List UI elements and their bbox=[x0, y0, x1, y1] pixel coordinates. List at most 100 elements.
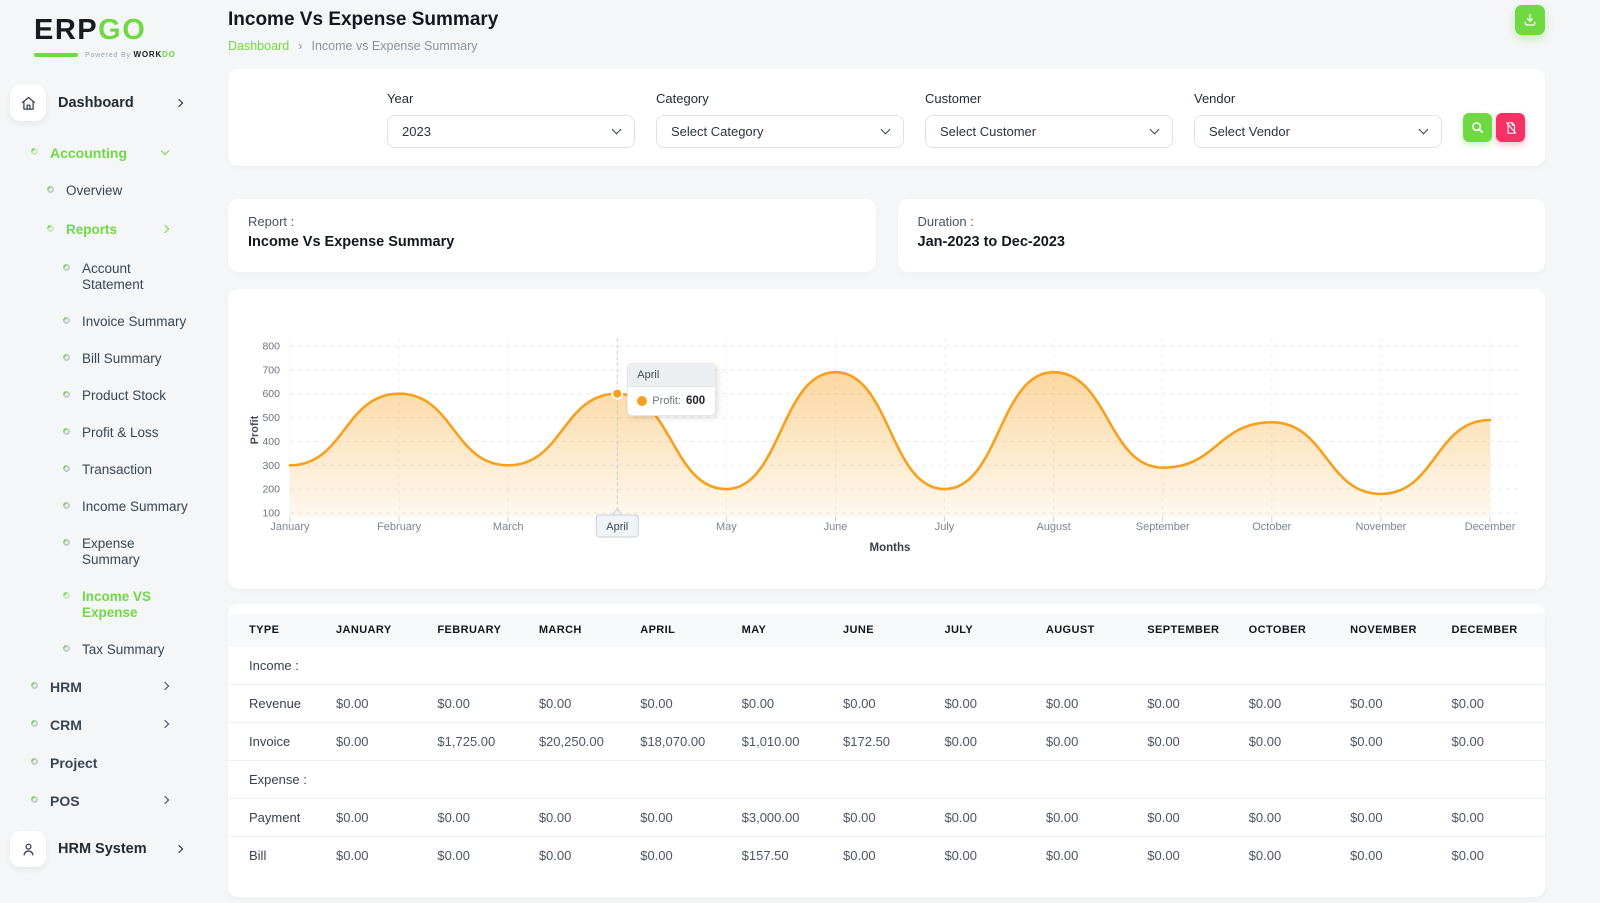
cell: $0.00 bbox=[936, 799, 1037, 837]
sidebar-item-label: HRM System bbox=[58, 841, 147, 857]
search-button[interactable] bbox=[1463, 113, 1492, 142]
cell: $1,010.00 bbox=[734, 723, 835, 761]
sidebar-item-hrm[interactable]: HRM bbox=[10, 679, 204, 695]
filter-card: Year2023CategorySelect CategoryCustomerS… bbox=[228, 69, 1545, 166]
cell: $0.00 bbox=[429, 837, 530, 875]
logo-go: GO bbox=[98, 14, 146, 46]
sidebar-item-label: Project bbox=[50, 755, 97, 771]
chevron-down-icon bbox=[612, 125, 622, 135]
sidebar-item-label: Accounting bbox=[50, 145, 127, 161]
sidebar-item-income-summary[interactable]: Income Summary bbox=[10, 499, 204, 515]
vendor-select[interactable]: Select Vendor bbox=[1194, 115, 1442, 148]
bullet-icon bbox=[62, 353, 72, 363]
sidebar-item-income-vs-expense[interactable]: Income VS Expense bbox=[10, 589, 204, 621]
chevron-right-icon bbox=[175, 99, 183, 107]
cell: $0.00 bbox=[632, 799, 733, 837]
filter-label: Year bbox=[387, 91, 635, 106]
sidebar-item-label: Income VS Expense bbox=[82, 589, 151, 621]
table-header-row: TYPEJANUARYFEBRUARYMARCHAPRILMAYJUNEJULY… bbox=[228, 613, 1545, 647]
sidebar-item-dashboard[interactable]: Dashboard bbox=[10, 85, 204, 121]
sidebar-item-label: Account Statement bbox=[82, 261, 144, 293]
x-tick-label: June bbox=[824, 521, 848, 533]
cell: $0.00 bbox=[632, 837, 733, 875]
chevron-right-icon bbox=[175, 845, 183, 853]
cell: $0.00 bbox=[1038, 799, 1139, 837]
sidebar-item-label: POS bbox=[50, 793, 80, 809]
customer-select[interactable]: Select Customer bbox=[925, 115, 1173, 148]
home-icon bbox=[10, 85, 46, 121]
cell: $0.00 bbox=[1342, 799, 1443, 837]
sidebar-item-tax-summary[interactable]: Tax Summary bbox=[10, 642, 204, 658]
category-select[interactable]: Select Category bbox=[656, 115, 904, 148]
cell: $0.00 bbox=[936, 685, 1037, 723]
series-dot-icon bbox=[637, 396, 647, 406]
breadcrumb-dashboard-link[interactable]: Dashboard bbox=[228, 39, 289, 53]
cell: $0.00 bbox=[531, 799, 632, 837]
app-logo[interactable]: ERPGO Powered By WORKDO bbox=[34, 16, 210, 59]
sidebar-item-label: Invoice Summary bbox=[82, 314, 186, 330]
cell: $0.00 bbox=[328, 723, 429, 761]
y-tick-label: 800 bbox=[262, 341, 280, 353]
summary-cards: Report : Income Vs Expense Summary Durat… bbox=[228, 199, 1545, 272]
select-value: Select Category bbox=[671, 124, 764, 139]
highlight-marker bbox=[612, 389, 622, 399]
filter-buttons bbox=[1463, 113, 1525, 142]
x-tick-label: November bbox=[1356, 521, 1407, 533]
logo-text: ERPGO bbox=[34, 16, 210, 45]
cell: $0.00 bbox=[328, 837, 429, 875]
x-tick-label-selected: April bbox=[606, 521, 628, 533]
sidebar-item-invoice-summary[interactable]: Invoice Summary bbox=[10, 314, 204, 330]
bullet-icon bbox=[62, 501, 72, 511]
sidebar-item-expense-summary[interactable]: Expense Summary bbox=[10, 536, 204, 568]
sidebar-item-transaction[interactable]: Transaction bbox=[10, 462, 204, 478]
chevron-right-icon bbox=[161, 682, 169, 690]
workdo-do-text: DO bbox=[162, 50, 176, 59]
bullet-icon bbox=[62, 263, 72, 273]
year-select[interactable]: 2023 bbox=[387, 115, 635, 148]
page-header: Income Vs Expense Summary Dashboard › In… bbox=[228, 0, 1545, 53]
y-tick-label: 700 bbox=[262, 364, 280, 376]
column-header-april: APRIL bbox=[632, 613, 733, 647]
bullet-icon bbox=[62, 464, 72, 474]
cell: $18,070.00 bbox=[632, 723, 733, 761]
cell: $0.00 bbox=[1139, 723, 1240, 761]
sidebar-item-product-stock[interactable]: Product Stock bbox=[10, 388, 204, 404]
sidebar-item-profit-loss[interactable]: Profit & Loss bbox=[10, 425, 204, 441]
column-header-november: NOVEMBER bbox=[1342, 613, 1443, 647]
download-button[interactable] bbox=[1515, 5, 1545, 35]
chevron-down-icon bbox=[881, 125, 891, 135]
sidebar-item-accounting[interactable]: Accounting bbox=[10, 145, 204, 161]
column-header-type: TYPE bbox=[228, 613, 328, 647]
x-tick-label: October bbox=[1252, 521, 1291, 533]
x-tick-label: May bbox=[716, 521, 737, 533]
sidebar-item-pos[interactable]: POS bbox=[10, 793, 204, 809]
x-tick-label: July bbox=[935, 521, 955, 533]
cell: $0.00 bbox=[632, 685, 733, 723]
page-title: Income Vs Expense Summary bbox=[228, 9, 1545, 31]
sidebar-item-reports[interactable]: Reports bbox=[10, 222, 204, 238]
income-expense-table: TYPEJANUARYFEBRUARYMARCHAPRILMAYJUNEJULY… bbox=[228, 613, 1545, 874]
sidebar-item-overview[interactable]: Overview bbox=[10, 183, 204, 199]
cell: $0.00 bbox=[1038, 685, 1139, 723]
x-axis-title: Months bbox=[870, 542, 911, 554]
sidebar-item-hrm-system[interactable]: HRM System bbox=[10, 831, 204, 867]
table-body: Income :Revenue$0.00$0.00$0.00$0.00$0.00… bbox=[228, 647, 1545, 874]
sidebar-item-account-statement[interactable]: Account Statement bbox=[10, 261, 204, 293]
sidebar-item-label: CRM bbox=[50, 717, 82, 733]
chevron-down-icon bbox=[1419, 125, 1429, 135]
cell: $0.00 bbox=[1241, 837, 1342, 875]
sidebar-item-bill-summary[interactable]: Bill Summary bbox=[10, 351, 204, 367]
section-row-income: Income : bbox=[228, 647, 1545, 685]
cell: $0.00 bbox=[531, 685, 632, 723]
sidebar-item-label: Income Summary bbox=[82, 499, 188, 515]
cell: $0.00 bbox=[936, 723, 1037, 761]
x-tick-label: March bbox=[493, 521, 524, 533]
table-row-invoice: Invoice$0.00$1,725.00$20,250.00$18,070.0… bbox=[228, 723, 1545, 761]
cell: $1,725.00 bbox=[429, 723, 530, 761]
sidebar-item-project[interactable]: Project bbox=[10, 755, 204, 771]
duration-value: Jan-2023 to Dec-2023 bbox=[918, 234, 1526, 250]
sidebar-item-crm[interactable]: CRM bbox=[10, 717, 204, 733]
reset-filter-button[interactable] bbox=[1496, 113, 1525, 142]
cell: $0.00 bbox=[1241, 723, 1342, 761]
app: ERPGO Powered By WORKDO Dashboard Account… bbox=[0, 0, 1600, 903]
